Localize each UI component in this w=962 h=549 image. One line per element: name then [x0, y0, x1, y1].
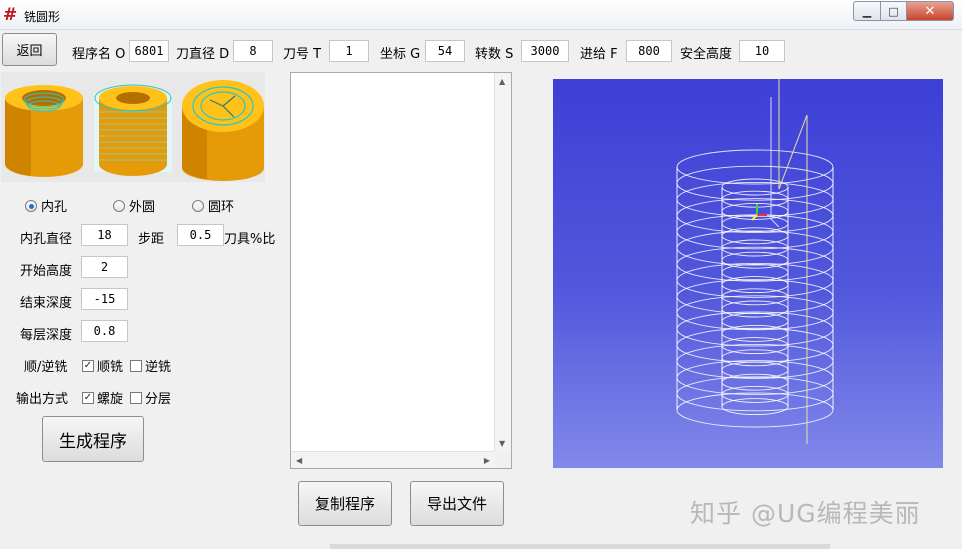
mode-preview-images	[1, 72, 265, 182]
layered-checkbox[interactable]: 分层	[130, 388, 171, 407]
radio-empty-icon	[113, 199, 125, 212]
end-depth-label: 结束深度	[20, 296, 73, 311]
maximize-icon: □	[888, 4, 899, 18]
checkbox-empty-icon	[130, 391, 142, 404]
inner-hole-preview[interactable]	[5, 85, 83, 177]
approach-line	[770, 97, 780, 228]
layer-depth-input[interactable]: 0.8	[81, 320, 128, 342]
end-depth-input[interactable]: -15	[81, 288, 128, 310]
maximize-button[interactable]: □	[881, 1, 907, 21]
minimize-icon: ▁	[862, 4, 872, 18]
close-button[interactable]: ✕	[907, 1, 954, 21]
program-output-listbox[interactable]: ▲ ▼ ◀ ▶	[290, 72, 512, 469]
outer-helix-ring	[676, 279, 834, 315]
step-label: 步距	[138, 232, 165, 247]
close-icon: ✕	[924, 3, 936, 19]
hole-diameter-label: 内孔直径	[20, 232, 73, 247]
scrollbar-corner	[494, 451, 511, 468]
output-mode-label: 输出方式	[16, 392, 69, 407]
feed-rate-label: 进给 F	[580, 47, 618, 62]
inner-helix-ring	[721, 361, 789, 379]
app-hash-icon: #	[3, 5, 18, 25]
radio-empty-icon	[192, 199, 204, 212]
outer-helix-ring	[676, 230, 834, 266]
checkbox-checked-icon: ✓	[82, 391, 94, 404]
scroll-up-icon[interactable]: ▲	[499, 77, 505, 86]
mode-inner-label: 内孔	[41, 200, 68, 215]
minimize-button[interactable]: ▁	[853, 1, 881, 21]
feed-rate-input[interactable]: 800	[626, 40, 672, 62]
outer-helix-ring	[676, 392, 834, 428]
ring-preview[interactable]	[182, 80, 264, 181]
program-name-input[interactable]: 6801	[129, 40, 169, 62]
export-file-button[interactable]: 导出文件	[410, 481, 504, 526]
mode-ring-radio[interactable]: 圆环	[192, 196, 234, 215]
inner-helix-ring	[721, 349, 789, 367]
back-button[interactable]: 返回	[2, 33, 57, 66]
tool-diameter-label: 刀直径 D	[176, 47, 230, 62]
layer-depth-label: 每层深度	[20, 328, 73, 343]
mode-ring-label: 圆环	[208, 200, 235, 215]
conventional-label: 逆铣	[145, 360, 172, 375]
hole-diameter-input[interactable]: 18	[81, 224, 128, 246]
window-controls: ▁ □ ✕	[853, 1, 954, 21]
tool-number-input[interactable]: 1	[329, 40, 369, 62]
conventional-checkbox[interactable]: 逆铣	[130, 356, 171, 375]
spiral-label: 螺旋	[97, 392, 124, 407]
climb-label: 顺铣	[97, 360, 124, 375]
tool-number-label: 刀号 T	[283, 47, 322, 62]
watermark-text: 知乎 @UG编程美丽	[690, 499, 921, 528]
checkbox-empty-icon	[130, 359, 142, 372]
toolpath-lines	[676, 79, 834, 444]
mode-outer-radio[interactable]: 外圆	[113, 196, 155, 215]
toolpath-drawing	[676, 79, 834, 444]
safe-height-input[interactable]: 10	[739, 40, 785, 62]
spiral-checkbox[interactable]: ✓ 螺旋	[82, 388, 123, 407]
toolpath-3d-viewport[interactable]	[553, 79, 943, 468]
spindle-speed-label: 转数 S	[475, 47, 514, 62]
inner-helix-ring	[721, 178, 789, 196]
start-height-label: 开始高度	[20, 264, 73, 279]
spindle-speed-input[interactable]: 3000	[521, 40, 569, 62]
safe-height-label: 安全高度	[680, 47, 733, 62]
radio-selected-icon	[25, 199, 37, 212]
scroll-left-icon[interactable]: ◀	[296, 456, 302, 465]
mode-inner-radio[interactable]: 内孔	[25, 196, 67, 215]
horizontal-scrollbar[interactable]: ◀ ▶	[291, 451, 495, 468]
outer-helix-ring	[676, 376, 834, 412]
inner-helix-ring	[721, 263, 789, 281]
coordinate-label: 坐标 G	[380, 47, 421, 62]
inner-helix-ring	[721, 227, 789, 245]
inner-helix-ring	[721, 312, 789, 330]
title-bar: # 铣圆形 ▁ □ ✕	[0, 0, 962, 30]
bottom-strip	[330, 544, 830, 549]
inner-helix-ring	[721, 251, 789, 269]
vertical-scrollbar[interactable]: ▲ ▼	[494, 73, 511, 452]
climb-checkbox[interactable]: ✓ 顺铣	[82, 356, 123, 375]
generate-program-button[interactable]: 生成程序	[42, 416, 144, 462]
coordinate-input[interactable]: 54	[425, 40, 465, 62]
tool-diameter-input[interactable]: 8	[233, 40, 273, 62]
copy-program-button[interactable]: 复制程序	[298, 481, 392, 526]
mode-preview-svg	[5, 80, 264, 181]
window-title: 铣圆形	[24, 10, 61, 24]
inner-helix-ring	[721, 398, 789, 416]
start-height-input[interactable]: 2	[81, 256, 128, 278]
inner-helix-ring	[721, 300, 789, 318]
step-input[interactable]: 0.5	[177, 224, 224, 246]
inner-helix-ring	[721, 276, 789, 294]
outer-circle-preview[interactable]	[94, 84, 172, 176]
outer-helix-ring	[676, 327, 834, 363]
layered-label: 分层	[145, 392, 172, 407]
direction-label: 顺/逆铣	[24, 360, 68, 375]
scroll-right-icon[interactable]: ▶	[484, 456, 490, 465]
mode-outer-label: 外圆	[129, 200, 156, 215]
scroll-down-icon[interactable]: ▼	[499, 439, 505, 448]
outer-helix-ring	[676, 181, 834, 217]
tool-percent-label: 刀具%比	[224, 232, 276, 247]
program-name-label: 程序名 O	[72, 47, 126, 62]
checkbox-checked-icon: ✓	[82, 359, 94, 372]
